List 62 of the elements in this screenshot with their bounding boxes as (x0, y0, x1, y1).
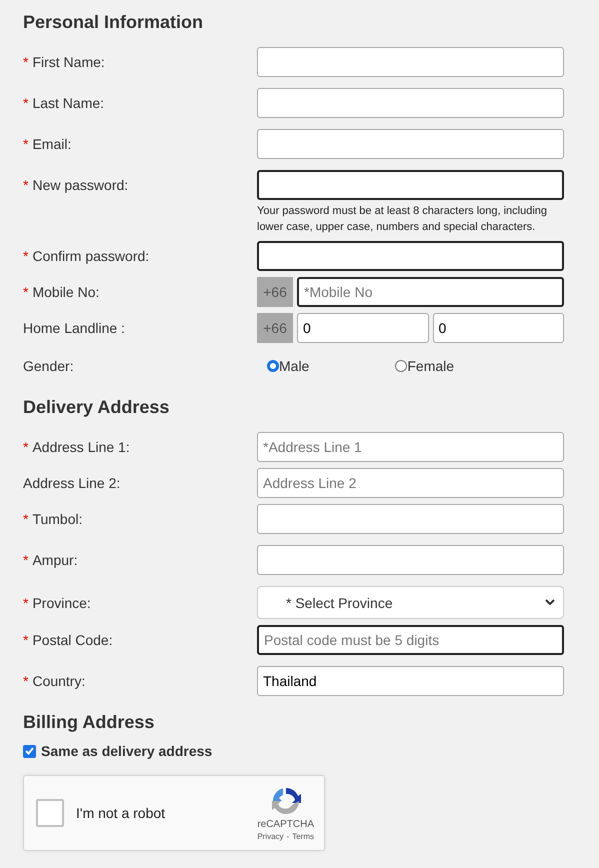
section-heading: Delivery Address (23, 397, 170, 418)
input-field[interactable] (257, 47, 564, 77)
required-mark: * (23, 439, 28, 455)
recycle-arrows-icon (270, 785, 302, 817)
required-mark: * (23, 136, 28, 152)
required-mark: * (23, 177, 28, 193)
checkbox[interactable] (23, 744, 36, 758)
input-field[interactable] (257, 241, 564, 271)
password-hint: Your password must be at least 8 characters long, including lower case, upper case, numbers and special characters. (257, 204, 548, 235)
input-field[interactable]: Postal code must be 5 digits (257, 625, 564, 655)
captcha-brand: reCAPTCHA (257, 819, 314, 830)
country-code: +66 (257, 313, 293, 343)
input-field[interactable] (257, 545, 564, 575)
field-label: Ampur: (32, 552, 78, 568)
country-code: +66 (257, 277, 293, 307)
required-mark: * (23, 594, 28, 610)
field-label: First Name: (32, 54, 105, 70)
field-label: Postal Code: (32, 632, 113, 648)
phone-field[interactable]: *Mobile No (297, 277, 564, 307)
phone-field[interactable]: 0 (432, 313, 564, 343)
field-label: Last Name: (32, 95, 104, 111)
field-label: Email: (32, 136, 72, 152)
captcha-label: I'm not a robot (76, 805, 166, 821)
field-label: Home Landline : (23, 320, 125, 336)
section-heading: Billing Address (23, 712, 156, 733)
input-field[interactable] (257, 170, 564, 200)
radio-button[interactable] (267, 360, 279, 372)
required-mark: * (23, 632, 28, 648)
field-label: New password: (32, 177, 128, 193)
field-label: Confirm password: (32, 248, 150, 264)
checkbox-label[interactable]: Same as delivery address (41, 743, 212, 759)
field-label: Gender: (23, 358, 74, 374)
field-label: Address Line 2: (23, 475, 120, 491)
field-label: Province: (32, 594, 91, 610)
input-field[interactable]: *Address Line 1 (257, 432, 564, 462)
required-mark: * (23, 511, 28, 527)
phone-field[interactable]: 0 (297, 313, 428, 343)
required-mark: * (23, 673, 28, 689)
field-label: Mobile No: (32, 284, 100, 300)
input-field[interactable]: Thailand (257, 666, 564, 696)
required-mark: * (23, 552, 28, 568)
privacy-link[interactable]: Privacy (257, 832, 284, 841)
radio-button[interactable] (395, 360, 408, 372)
chevron-down-icon (545, 599, 555, 606)
section-heading: Personal Information (23, 12, 204, 33)
input-field[interactable] (257, 129, 564, 159)
required-mark: * (23, 284, 28, 300)
input-field[interactable]: Address Line 2 (257, 468, 564, 498)
field-label: Address Line 1: (32, 439, 130, 455)
captcha-checkbox[interactable] (36, 799, 64, 827)
field-label: Country: (32, 673, 86, 689)
required-mark: * (23, 95, 28, 111)
link-separator: - (286, 832, 290, 841)
input-field[interactable] (257, 504, 564, 534)
radio-label[interactable]: Male (279, 358, 310, 374)
field-label: Tumbol: (32, 511, 83, 527)
province-select[interactable]: * Select Province (257, 586, 564, 619)
required-mark: * (23, 54, 28, 70)
required-mark: * (23, 248, 28, 264)
terms-link[interactable]: Terms (292, 832, 314, 841)
input-field[interactable] (257, 88, 564, 118)
radio-label[interactable]: Female (407, 358, 454, 374)
